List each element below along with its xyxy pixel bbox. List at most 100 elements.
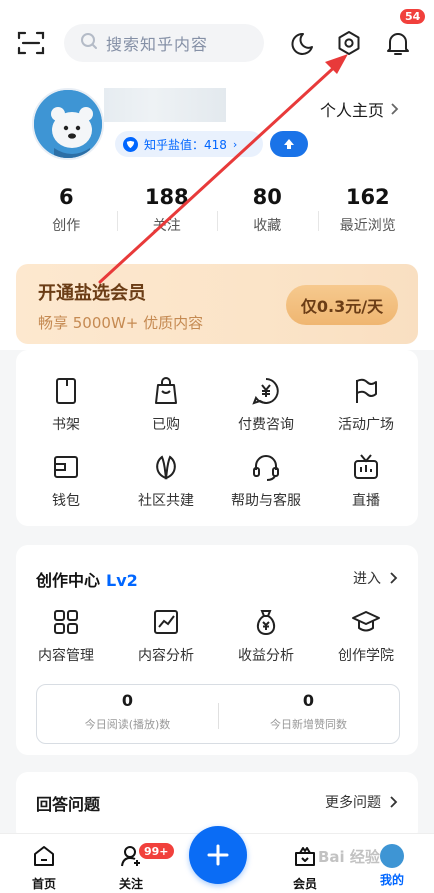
tool-content-analysis[interactable]: 内容分析: [116, 607, 216, 665]
answer-title: 回答问题: [36, 795, 101, 814]
feature-label: 钱包: [52, 493, 80, 509]
chevron-right-icon: [390, 796, 398, 808]
vip-subtitle: 畅享 5000W+ 优质内容: [38, 314, 204, 332]
feature-label: 帮助与客服: [231, 493, 301, 509]
tab-label: 我的: [379, 873, 404, 887]
stat-label: 最近浏览: [339, 218, 396, 234]
avatar[interactable]: [32, 88, 104, 160]
live-tv-icon: [354, 454, 378, 479]
feature-label: 已购: [152, 417, 180, 433]
watermark-text: Bai 经验: [318, 848, 380, 866]
vip-crown-icon: [295, 847, 315, 866]
feature-community[interactable]: 社区共建: [116, 452, 216, 510]
feature-wallet[interactable]: 钱包: [16, 452, 116, 510]
flag-icon: [356, 378, 377, 403]
today-label: 今日新增赞同数: [270, 718, 347, 731]
more-questions-link[interactable]: 更多问题: [325, 792, 398, 812]
stat-value: 162: [345, 185, 390, 209]
stat-label: 创作: [52, 218, 81, 234]
feature-bookshelf[interactable]: 书架: [16, 376, 116, 434]
feature-label: 付费咨询: [238, 417, 294, 433]
stat-label: 关注: [152, 218, 181, 234]
purchased-bag-icon: [155, 377, 177, 404]
feature-label: 社区共建: [138, 493, 194, 509]
plus-icon: [207, 844, 229, 866]
tab-avatar: [380, 844, 404, 868]
salt-shield-icon: [123, 136, 138, 152]
tool-creator-academy[interactable]: 创作学院: [316, 607, 416, 665]
tool-revenue-analysis[interactable]: 收益分析: [216, 607, 316, 665]
chevron-right-icon: [391, 103, 399, 115]
follow-badge: 99+: [137, 841, 176, 861]
today-value: 0: [121, 691, 134, 710]
content-grid-icon: [54, 610, 78, 634]
vip-membership-card[interactable]: 开通盐选会员 畅享 5000W+ 优质内容 仅0.3元/天: [16, 264, 418, 344]
night-mode-moon-icon[interactable]: [286, 29, 316, 59]
tool-label: 内容管理: [38, 648, 94, 664]
creation-title: 创作中心 Lv2: [36, 567, 138, 591]
homepage-label: 个人主页: [320, 101, 385, 120]
feature-paid-consult[interactable]: 付费咨询: [216, 376, 316, 434]
vip-subscribe-button[interactable]: 仅0.3元/天: [286, 285, 398, 325]
stat-recent[interactable]: 162 最近浏览: [317, 183, 419, 243]
stat-label: 收藏: [253, 218, 282, 234]
stat-favorites[interactable]: 80 收藏: [217, 183, 318, 243]
personal-homepage-link[interactable]: 个人主页: [320, 97, 399, 121]
wallet-icon: [54, 456, 78, 478]
create-plus-button[interactable]: [189, 826, 247, 884]
headset-icon: [253, 455, 279, 481]
salt-value-label: 知乎盐值：418: [144, 137, 227, 152]
graduation-cap-icon: [352, 611, 380, 632]
feature-label: 直播: [352, 493, 380, 509]
username-blurred: [104, 88, 226, 122]
stat-following[interactable]: 188 关注: [116, 183, 218, 243]
today-stats-box: 0 今日阅读(播放)数 0 今日新增赞同数: [36, 684, 400, 744]
top-bar: 搜索知乎内容 54: [0, 7, 434, 66]
stat-value: 188: [144, 185, 189, 209]
tab-label: 首页: [31, 877, 56, 891]
search-icon: [80, 32, 98, 54]
creation-enter-link[interactable]: 进入: [353, 568, 398, 588]
scan-icon[interactable]: [16, 29, 46, 57]
stat-creations[interactable]: 6 创作: [16, 183, 117, 243]
tool-label: 收益分析: [238, 648, 294, 664]
tool-label: 内容分析: [138, 648, 194, 664]
bookshelf-icon: [56, 378, 76, 404]
notification-bell-icon[interactable]: [383, 28, 413, 58]
salt-value-pill[interactable]: 知乎盐值：418 ›: [115, 131, 263, 157]
feature-label: 书架: [52, 417, 80, 433]
tool-content-management[interactable]: 内容管理: [16, 607, 116, 665]
arrow-up-icon: [284, 139, 294, 149]
enter-label: 进入: [353, 571, 381, 587]
settings-gear-icon[interactable]: [334, 28, 364, 58]
level-up-button[interactable]: [270, 131, 308, 157]
today-upvotes[interactable]: 0 今日新增赞同数: [218, 685, 399, 743]
chevron-right-icon: ›: [232, 137, 238, 151]
community-leaf-icon: [156, 455, 176, 480]
chevron-right-icon: [390, 572, 398, 584]
feature-label: 活动广场: [338, 417, 394, 433]
vip-title: 开通盐选会员: [38, 283, 146, 304]
stats-row: 6 创作 188 关注 80 收藏 162 最近浏览: [16, 183, 418, 243]
search-placeholder: 搜索知乎内容: [106, 35, 209, 54]
tab-home[interactable]: 首页: [14, 844, 74, 892]
money-bag-icon: [256, 610, 276, 636]
today-reads[interactable]: 0 今日阅读(播放)数: [37, 685, 218, 743]
stat-value: 80: [252, 185, 282, 209]
feature-grid-card: 书架 已购 付费咨询 活动广场 钱包 社区共建 帮助与客服 直播: [16, 350, 418, 526]
notification-badge: 54: [398, 7, 428, 26]
feature-live[interactable]: 直播: [316, 452, 416, 510]
paid-consult-icon: [252, 378, 279, 405]
tool-label: 创作学院: [338, 648, 394, 664]
feature-help-service[interactable]: 帮助与客服: [216, 452, 316, 510]
creation-title-text: 创作中心: [36, 571, 101, 590]
today-value: 0: [302, 691, 315, 710]
stat-value: 6: [58, 185, 74, 209]
feature-purchased[interactable]: 已购: [116, 376, 216, 434]
chart-line-icon: [154, 610, 178, 634]
creator-level: Lv2: [106, 571, 138, 590]
search-input[interactable]: 搜索知乎内容: [64, 24, 264, 62]
feature-activity-square[interactable]: 活动广场: [316, 376, 416, 434]
home-icon: [34, 846, 54, 866]
today-label: 今日阅读(播放)数: [84, 718, 171, 731]
